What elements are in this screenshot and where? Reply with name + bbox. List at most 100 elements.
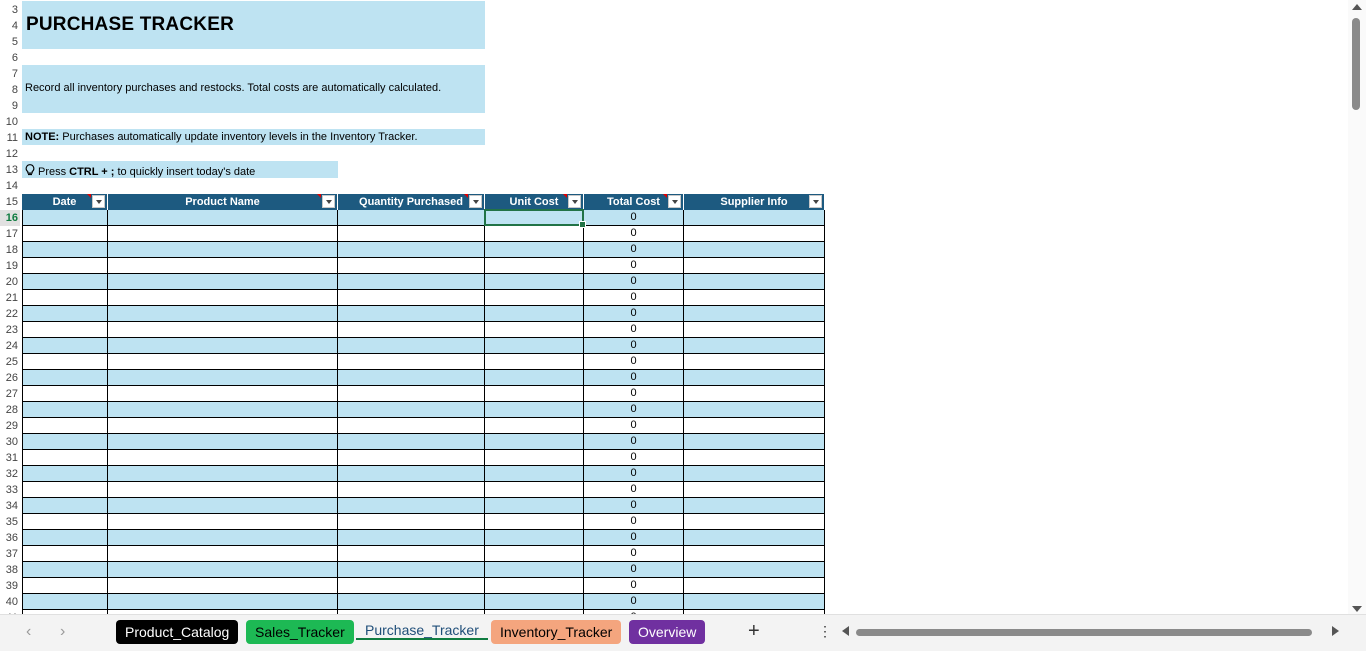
table-cell[interactable]	[338, 322, 485, 337]
table-cell[interactable]	[485, 514, 584, 529]
sheet-tab-overview[interactable]: Overview	[629, 620, 706, 644]
table-cell[interactable]	[338, 370, 485, 385]
table-cell[interactable]	[108, 242, 338, 257]
table-cell[interactable]: 0	[584, 530, 684, 545]
vertical-scrollbar[interactable]	[1348, 0, 1366, 614]
table-cell[interactable]	[485, 418, 584, 433]
table-cell[interactable]	[684, 306, 825, 321]
column-header[interactable]: Product Name	[108, 194, 338, 210]
table-cell[interactable]: 0	[584, 210, 684, 225]
table-cell[interactable]	[684, 386, 825, 401]
row-header[interactable]: 26	[0, 370, 20, 386]
row-header[interactable]: 12	[0, 146, 20, 162]
table-cell[interactable]: 0	[584, 402, 684, 417]
table-cell[interactable]	[684, 466, 825, 481]
table-cell[interactable]: 0	[584, 370, 684, 385]
table-cell[interactable]	[108, 370, 338, 385]
table-cell[interactable]	[22, 370, 108, 385]
table-cell[interactable]	[684, 594, 825, 609]
row-header[interactable]: 24	[0, 338, 20, 354]
row-header[interactable]: 40	[0, 594, 20, 610]
table-cell[interactable]	[108, 322, 338, 337]
row-header[interactable]: 36	[0, 530, 20, 546]
table-cell[interactable]	[485, 370, 584, 385]
table-cell[interactable]	[108, 530, 338, 545]
table-cell[interactable]	[108, 338, 338, 353]
table-cell[interactable]	[485, 578, 584, 593]
table-cell[interactable]	[684, 450, 825, 465]
table-cell[interactable]	[485, 306, 584, 321]
table-cell[interactable]	[22, 562, 108, 577]
filter-dropdown-icon[interactable]	[469, 195, 482, 208]
selected-cell[interactable]	[484, 209, 586, 228]
table-cell[interactable]: 0	[584, 242, 684, 257]
table-cell[interactable]	[338, 434, 485, 449]
table-cell[interactable]	[22, 290, 108, 305]
table-cell[interactable]: 0	[584, 338, 684, 353]
table-cell[interactable]	[338, 338, 485, 353]
table-cell[interactable]	[22, 498, 108, 513]
table-cell[interactable]	[485, 242, 584, 257]
table-cell[interactable]	[684, 434, 825, 449]
table-cell[interactable]: 0	[584, 514, 684, 529]
column-header[interactable]: Quantity Purchased	[338, 194, 485, 210]
table-cell[interactable]	[684, 274, 825, 289]
row-header[interactable]: 8	[0, 82, 20, 98]
table-cell[interactable]	[338, 450, 485, 465]
table-cell[interactable]	[108, 578, 338, 593]
table-cell[interactable]: 0	[584, 578, 684, 593]
table-cell[interactable]	[22, 482, 108, 497]
table-cell[interactable]	[684, 338, 825, 353]
table-cell[interactable]	[684, 482, 825, 497]
table-cell[interactable]: 0	[584, 546, 684, 561]
row-header[interactable]: 22	[0, 306, 20, 322]
column-header[interactable]: Unit Cost	[485, 194, 584, 210]
table-cell[interactable]	[108, 290, 338, 305]
sheet-tab-purchase-tracker[interactable]: Purchase_Tracker	[356, 618, 488, 640]
row-header[interactable]: 18	[0, 242, 20, 258]
table-cell[interactable]	[485, 466, 584, 481]
table-cell[interactable]	[485, 594, 584, 609]
table-cell[interactable]	[338, 514, 485, 529]
table-cell[interactable]	[684, 498, 825, 513]
row-header[interactable]: 5	[0, 34, 20, 50]
table-cell[interactable]	[338, 306, 485, 321]
table-cell[interactable]	[108, 210, 338, 225]
table-cell[interactable]: 0	[584, 418, 684, 433]
table-cell[interactable]	[338, 386, 485, 401]
table-cell[interactable]	[22, 386, 108, 401]
table-cell[interactable]	[485, 274, 584, 289]
table-cell[interactable]	[684, 290, 825, 305]
table-cell[interactable]: 0	[584, 594, 684, 609]
table-cell[interactable]	[485, 290, 584, 305]
table-cell[interactable]	[684, 418, 825, 433]
table-cell[interactable]	[22, 306, 108, 321]
table-cell[interactable]	[108, 418, 338, 433]
table-cell[interactable]	[338, 578, 485, 593]
row-header[interactable]: 4	[0, 18, 20, 34]
table-cell[interactable]	[108, 546, 338, 561]
filter-dropdown-icon[interactable]	[92, 195, 105, 208]
row-header[interactable]: 29	[0, 418, 20, 434]
table-cell[interactable]	[485, 482, 584, 497]
row-header[interactable]: 32	[0, 466, 20, 482]
table-cell[interactable]	[485, 498, 584, 513]
row-header[interactable]: 3	[0, 2, 20, 18]
scroll-right-icon[interactable]	[1332, 626, 1339, 636]
table-cell[interactable]	[485, 386, 584, 401]
row-header[interactable]: 13	[0, 162, 20, 178]
table-cell[interactable]	[338, 274, 485, 289]
table-cell[interactable]	[22, 450, 108, 465]
table-cell[interactable]	[485, 258, 584, 273]
table-cell[interactable]	[338, 466, 485, 481]
scroll-up-icon[interactable]	[1352, 4, 1362, 10]
table-cell[interactable]	[684, 210, 825, 225]
row-header[interactable]: 7	[0, 66, 20, 82]
table-cell[interactable]	[108, 274, 338, 289]
table-cell[interactable]: 0	[584, 274, 684, 289]
table-cell[interactable]: 0	[584, 354, 684, 369]
vertical-scroll-thumb[interactable]	[1352, 18, 1360, 110]
row-header[interactable]: 33	[0, 482, 20, 498]
row-header[interactable]: 30	[0, 434, 20, 450]
table-cell[interactable]	[338, 242, 485, 257]
